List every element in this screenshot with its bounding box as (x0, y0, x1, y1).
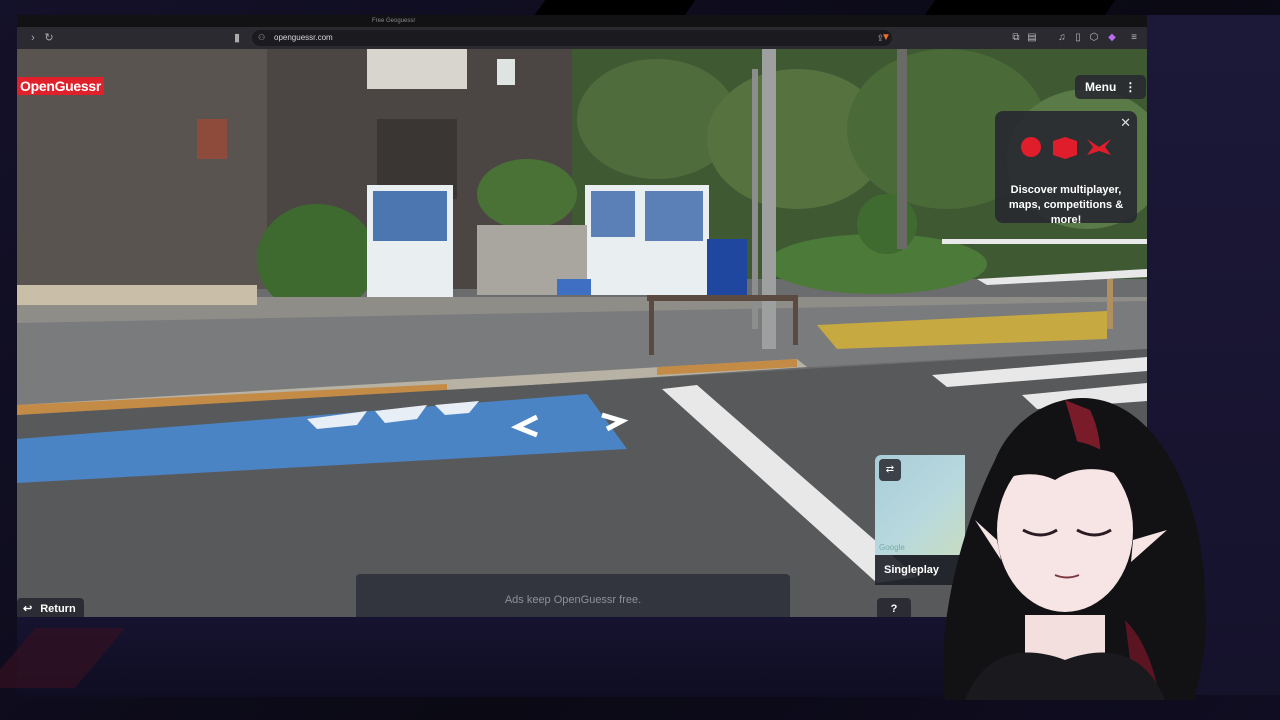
tab-strip: Free Geoguessr (17, 15, 1147, 27)
site-info-icon[interactable]: ⚇ (258, 30, 265, 46)
sidebar-icon[interactable]: ▯ (1071, 30, 1085, 46)
pin-icon (1021, 137, 1041, 157)
forward-icon[interactable]: › (25, 30, 41, 46)
map-credit: Google (879, 543, 905, 552)
star-icon (1087, 139, 1111, 155)
overlay-stripe (924, 0, 1116, 15)
menu-button[interactable]: Menu ⋮ (1075, 75, 1147, 99)
brave-shield-icon[interactable]: ▼ (879, 30, 893, 46)
ad-banner: Ads keep OpenGuessr free. (356, 574, 790, 617)
promo-card[interactable]: ✕ Discover multiplayer, maps, competitio… (995, 111, 1137, 226)
return-icon: ↩ (23, 603, 33, 615)
reload-icon[interactable]: ↻ (41, 30, 57, 46)
return-button[interactable]: ↩ Return (17, 598, 84, 617)
media-icon[interactable]: ♫ (1055, 30, 1069, 46)
cube-icon (1053, 137, 1077, 159)
reader-icon[interactable]: ▤ (1025, 30, 1039, 46)
stream-frame: Free Geoguessr › ↻ ▮ ⚇ openguessr.com ⇪ … (0, 0, 1280, 720)
wallet-icon[interactable]: ⬡ (1087, 30, 1101, 46)
browser-menu-icon[interactable]: ≡ (1127, 30, 1141, 46)
extension-icon[interactable]: ⧉ (1009, 30, 1023, 46)
address-bar[interactable]: ⚇ openguessr.com ⇪ (252, 30, 892, 46)
url-text: openguessr.com (274, 33, 333, 42)
streamer-avatar (943, 398, 1207, 700)
bookmark-icon[interactable]: ▮ (229, 30, 245, 46)
promo-text: Discover multiplayer, maps, competitions… (1008, 184, 1124, 226)
vpn-icon[interactable]: ◆ (1105, 30, 1119, 46)
openguessr-logo[interactable]: OpenGuessr (17, 77, 105, 95)
menu-label: Menu (1085, 80, 1117, 94)
more-vertical-icon: ⋮ (1124, 80, 1137, 94)
promo-icons (1021, 137, 1111, 159)
map-settings-icon[interactable]: ⇄ (879, 459, 901, 481)
browser-toolbar: › ↻ ▮ ⚇ openguessr.com ⇪ ▼ ⧉ ▤ ♫ ▯ ⬡ ◆ ≡ (17, 27, 1147, 49)
active-tab-title[interactable]: Free Geoguessr (372, 17, 415, 25)
close-icon[interactable]: ✕ (1120, 115, 1131, 131)
overlay-stripe (534, 0, 696, 15)
return-label: Return (40, 603, 76, 615)
